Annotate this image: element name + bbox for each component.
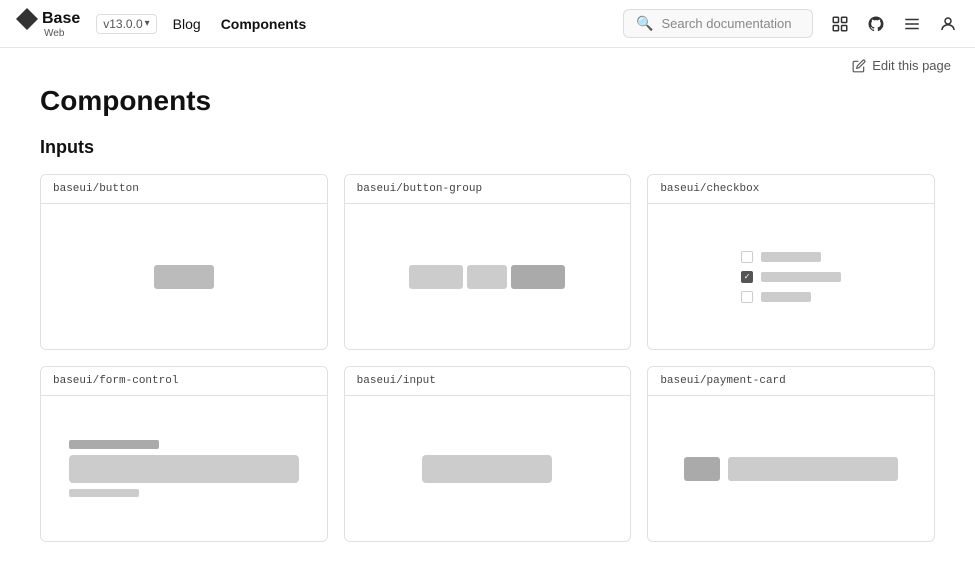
pay-row (684, 457, 898, 481)
search-placeholder: Search documentation (661, 16, 800, 31)
cb-row-2: ✓ (741, 271, 841, 283)
checkmark-icon: ✓ (744, 273, 751, 281)
cb-label-2 (761, 272, 841, 282)
chevron-down-icon: ▾ (145, 18, 150, 29)
component-name: baseui/button-group (345, 175, 631, 204)
component-card-input[interactable]: baseui/input (344, 366, 632, 542)
input-preview (422, 455, 552, 483)
version-selector[interactable]: v13.0.0 ▾ (96, 14, 156, 34)
fc-input (69, 455, 299, 483)
search-icon: 🔍 (636, 15, 653, 32)
pencil-icon (852, 59, 866, 73)
page-header: Edit this page (0, 48, 975, 77)
logo-sub: Web (44, 28, 64, 39)
user-icon[interactable] (937, 13, 959, 35)
btn-g-2 (467, 265, 507, 289)
fc-hint (69, 489, 139, 497)
edit-page-link[interactable]: Edit this page (852, 58, 951, 73)
edit-page-label: Edit this page (872, 58, 951, 73)
component-preview (41, 204, 327, 349)
cb-row-1 (741, 251, 841, 263)
main-content: Components Inputs baseui/button baseui/b… (0, 77, 975, 582)
component-preview: ✓ (648, 204, 934, 349)
component-name: baseui/button (41, 175, 327, 204)
nav-link-components[interactable]: Components (221, 16, 307, 32)
version-label: v13.0.0 (103, 17, 142, 31)
component-card-button-group[interactable]: baseui/button-group (344, 174, 632, 350)
section-title-inputs: Inputs (40, 137, 935, 158)
component-card-form-control[interactable]: baseui/form-control (40, 366, 328, 542)
nav-links: Blog Components (173, 16, 307, 32)
component-preview (41, 396, 327, 541)
cb-label-3 (761, 292, 811, 302)
btn-g-3 (511, 265, 565, 289)
logo[interactable]: Base Web (16, 8, 80, 39)
pay-btn (684, 457, 720, 481)
cb-row-3 (741, 291, 841, 303)
github-icon[interactable] (865, 13, 887, 35)
nav-icon-group (829, 13, 959, 35)
pay-bar (728, 457, 898, 481)
logo-text: Base (42, 10, 80, 28)
components-grid: baseui/button baseui/button-group baseui… (40, 174, 935, 542)
component-preview (345, 204, 631, 349)
component-name: baseui/input (345, 367, 631, 396)
button-group-preview (409, 265, 565, 289)
search-bar[interactable]: 🔍 Search documentation (623, 9, 813, 38)
fc-label (69, 440, 159, 449)
menu-icon[interactable] (901, 13, 923, 35)
component-name: baseui/form-control (41, 367, 327, 396)
component-name: baseui/checkbox (648, 175, 934, 204)
cb-box-2: ✓ (741, 271, 753, 283)
checkbox-preview: ✓ (741, 251, 841, 303)
slack-icon[interactable] (829, 13, 851, 35)
nav-link-blog[interactable]: Blog (173, 16, 201, 32)
component-card-button[interactable]: baseui/button (40, 174, 328, 350)
logo-icon (16, 8, 38, 30)
btn-g-1 (409, 265, 463, 289)
component-preview (648, 396, 934, 541)
navbar: Base Web v13.0.0 ▾ Blog Components 🔍 Sea… (0, 0, 975, 48)
component-preview (345, 396, 631, 541)
cb-box-3 (741, 291, 753, 303)
component-card-payment-card[interactable]: baseui/payment-card (647, 366, 935, 542)
page-title: Components (40, 85, 935, 117)
form-control-preview (57, 440, 311, 497)
component-card-checkbox[interactable]: baseui/checkbox ✓ (647, 174, 935, 350)
payment-card-preview (664, 457, 918, 481)
cb-box-1 (741, 251, 753, 263)
button-preview (154, 265, 214, 289)
cb-label-1 (761, 252, 821, 262)
component-name: baseui/payment-card (648, 367, 934, 396)
